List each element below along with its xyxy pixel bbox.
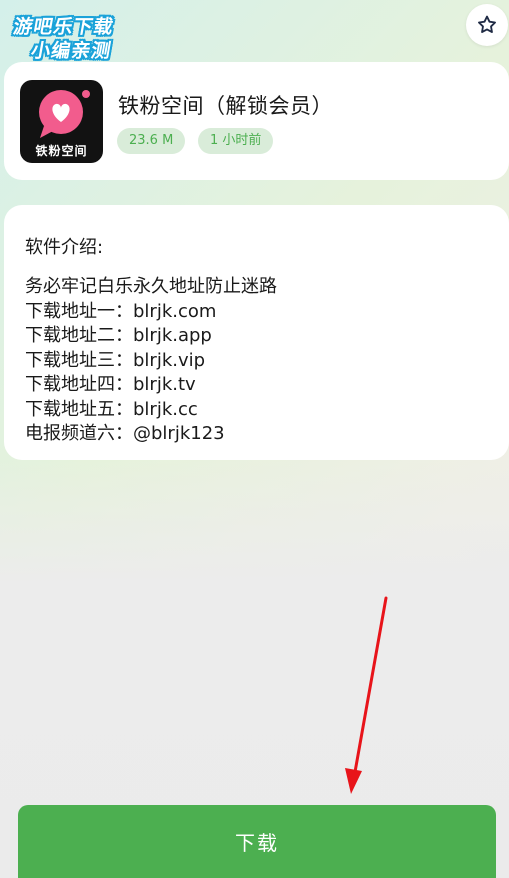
app-icon[interactable]: 铁粉空间 [20, 80, 103, 163]
watermark-line-1: 游吧乐下载 [11, 16, 116, 38]
intro-line: 下载地址三：blrjk.vip [25, 349, 206, 371]
watermark-line-2: 小编亲测 [29, 40, 114, 62]
intro-line: 务必牢记白乐永久地址防止迷路 [25, 276, 277, 297]
intro-line: 下载地址二：blrjk.app [25, 325, 212, 346]
app-name: 铁粉空间（解锁会员） [118, 94, 333, 118]
intro-line: 下载地址四：blrjk.tv [25, 374, 196, 395]
intro-line: 电报频道六：@blrjk123 [25, 423, 225, 444]
favorite-button[interactable] [466, 4, 508, 46]
updated-badge: 1 小时前 [198, 128, 274, 154]
app-info-card: 铁粉空间 铁粉空间（解锁会员） 23.6 M 1 小时前 [4, 62, 509, 180]
size-badge: 23.6 M [117, 128, 186, 154]
star-outline-icon [478, 15, 496, 33]
app-icon-label: 铁粉空间 [35, 144, 88, 158]
intro-card: 软件介绍: 务必牢记白乐永久地址防止迷路 下载地址一：blrjk.com 下载地… [4, 205, 509, 460]
intro-line: 下载地址五：blrjk.cc [25, 398, 198, 420]
download-button[interactable]: 下载 [18, 805, 496, 878]
intro-text: 务必牢记白乐永久地址防止迷路 下载地址一：blrjk.com 下载地址二：blr… [25, 275, 277, 447]
intro-line: 下载地址一：blrjk.com [25, 300, 217, 322]
watermark-logo: 游吧乐下载 小编亲测 [7, 10, 146, 62]
intro-title: 软件介绍: [25, 237, 104, 258]
